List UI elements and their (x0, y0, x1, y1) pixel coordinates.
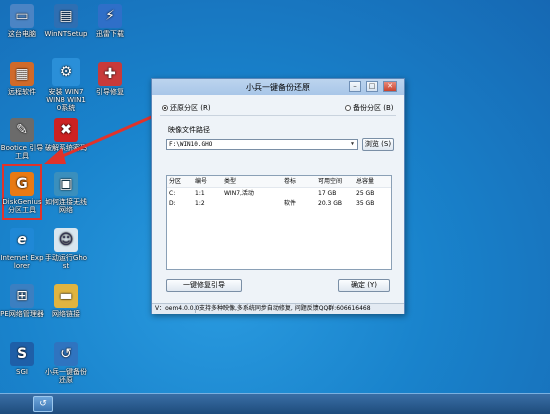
radio-unselected-icon (345, 105, 351, 111)
status-bar: V：oem4.0.0.0 支持多种映像,多系统同步自动修复, 问题反馈QQ群:6… (152, 303, 404, 314)
image-path-label: 映像文件路径 (168, 126, 210, 134)
restore-radio-label: 还原分区 (R) (170, 104, 211, 112)
divider (160, 115, 396, 116)
table-cell: 20.3 GB (318, 200, 343, 207)
maximize-button[interactable]: □ (366, 81, 378, 92)
close-button[interactable]: ✕ (383, 81, 397, 92)
status-divider (195, 305, 196, 313)
table-row[interactable]: D: 1:2 软件 20.3 GB 35 GB (167, 198, 391, 209)
image-path-value: F:\WIN10.GHO (169, 141, 213, 148)
minimize-button[interactable]: – (349, 81, 361, 92)
ok-button[interactable]: 确定 (Y) (338, 279, 390, 292)
chevron-down-icon[interactable]: ▼ (349, 141, 356, 148)
table-cell: 软件 (284, 200, 297, 207)
image-path-input[interactable]: F:\WIN10.GHO ▼ (166, 139, 358, 150)
browse-button[interactable]: 浏览 (S) (362, 138, 394, 151)
dialog-title-bar[interactable]: 小兵一键备份还原 – □ ✕ (152, 79, 404, 95)
arrow-head (44, 148, 66, 164)
column-header: 类型 (224, 178, 237, 185)
column-header: 分区 (169, 178, 182, 185)
backup-restore-taskbar-button[interactable]: ↺ (33, 396, 53, 412)
taskbar: ↺ (0, 393, 550, 414)
backup-radio-label: 备份分区 (B) (353, 104, 394, 112)
backup-restore-dialog: 小兵一键备份还原 – □ ✕ 还原分区 (R) 备份分区 (B) 映像文件路径 … (151, 78, 405, 314)
table-cell: 1:2 (195, 200, 205, 207)
table-cell: D: (169, 200, 176, 207)
column-header: 编号 (195, 178, 208, 185)
backup-radio[interactable]: 备份分区 (B) (345, 103, 394, 113)
repair-boot-button[interactable]: 一键修复引导 (166, 279, 242, 292)
restore-radio[interactable]: 还原分区 (R) (162, 103, 211, 113)
column-header: 总容量 (356, 178, 375, 185)
column-header: 可用空间 (318, 178, 343, 185)
column-header: 卷标 (284, 178, 297, 185)
table-header: 分区 编号 类型 卷标 可用空间 总容量 (167, 176, 391, 188)
radio-selected-icon (162, 105, 168, 111)
status-text: 支持多种映像,多系统同步自动修复, 问题反馈QQ群:606616468 (199, 305, 371, 312)
version-text: V：oem4.0.0.0 (155, 305, 200, 312)
table-cell: 35 GB (356, 200, 375, 207)
backup-restore-icon: ↺ (39, 399, 47, 409)
partition-table: 分区 编号 类型 卷标 可用空间 总容量 C: 1:1 WIN7,活动 17 G… (166, 175, 392, 270)
